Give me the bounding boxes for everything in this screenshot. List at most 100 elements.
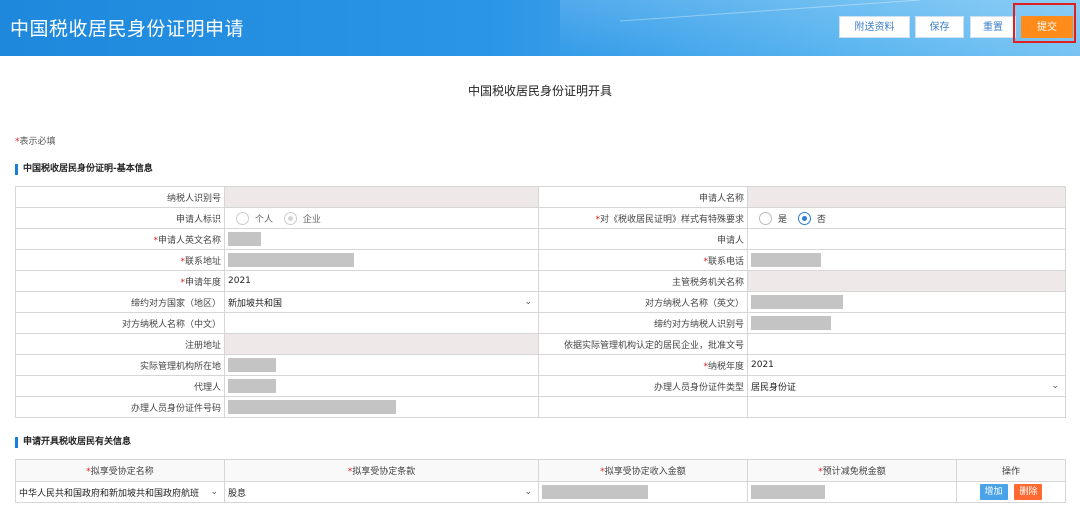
counter-name-en-field[interactable] xyxy=(747,291,1066,313)
reset-button[interactable]: 重置 xyxy=(970,16,1016,38)
resident-doc-label: 依据实际管理机构认定的居民企业，批准文号 xyxy=(538,333,748,355)
applicant-label: 申请人 xyxy=(538,228,748,250)
row-actions: 增加 删除 xyxy=(956,481,1066,503)
save-button[interactable]: 保存 xyxy=(915,16,964,38)
applicant-flag-options: 个人 企业 xyxy=(224,207,539,229)
tax-year-field[interactable]: 2021 xyxy=(747,354,1066,376)
redacted-value xyxy=(751,316,831,330)
counter-tax-id-field[interactable] xyxy=(747,312,1066,334)
chevron-down-icon: ⌄ xyxy=(1051,381,1059,391)
applicant-name-label: 申请人名称 xyxy=(538,186,748,208)
col-income-amount: *拟享受协定收入金额 xyxy=(538,459,748,482)
table-row: *申请年度 2021 主管税务机关名称 xyxy=(15,270,1066,292)
address-field[interactable] xyxy=(224,249,539,271)
delete-row-button[interactable]: 删除 xyxy=(1014,484,1043,500)
resident-doc-field[interactable] xyxy=(747,333,1066,355)
tax-relief-field[interactable] xyxy=(747,481,957,503)
col-treaty-clause: *拟享受协定条款 xyxy=(224,459,539,482)
treaty-country-label: 缔约对方国家（地区） xyxy=(15,291,225,313)
treaty-name-select[interactable]: 中华人民共和国政府和新加坡共和国政府航班 ⌄ xyxy=(15,481,225,503)
income-amount-field[interactable] xyxy=(538,481,748,503)
redacted-value xyxy=(542,485,648,499)
tax-authority-field xyxy=(747,270,1066,292)
applicant-field[interactable] xyxy=(747,228,1066,250)
table-row: 中华人民共和国政府和新加坡共和国政府航班 ⌄ 股息 ⌄ 增加 删除 xyxy=(15,481,1066,503)
handler-id-no-label: 办理人员身份证件号码 xyxy=(15,396,225,418)
mgmt-location-label: 实际管理机构所在地 xyxy=(15,354,225,376)
reg-address-field xyxy=(224,333,539,355)
chevron-down-icon: ⌄ xyxy=(524,487,532,497)
applicant-en-field[interactable] xyxy=(224,228,539,250)
page-title: 中国税收居民身份证明开具 xyxy=(467,84,612,98)
table-header-row: *拟享受协定名称 *拟享受协定条款 *拟享受协定收入金额 *预计减免税金额 操作 xyxy=(15,459,1066,482)
chevron-down-icon: ⌄ xyxy=(210,487,218,497)
applicant-name-field xyxy=(747,186,1066,208)
radio-company-label: 企业 xyxy=(302,214,321,225)
redacted-value xyxy=(228,232,261,246)
required-note: *表示必填 xyxy=(15,134,56,147)
redacted-value xyxy=(751,253,821,267)
agent-label: 代理人 xyxy=(15,375,225,397)
empty-label xyxy=(538,396,748,418)
radio-yes[interactable] xyxy=(759,211,772,225)
table-row: 注册地址 依据实际管理机构认定的居民企业，批准文号 xyxy=(15,333,1066,355)
redacted-value xyxy=(751,485,825,499)
agent-field[interactable] xyxy=(224,375,539,397)
counter-name-cn-field[interactable] xyxy=(224,312,539,334)
tax-authority-label: 主管税务机关名称 xyxy=(538,270,748,292)
apply-year-field[interactable]: 2021 xyxy=(224,270,539,292)
table-row: *联系地址 *联系电话 xyxy=(15,249,1066,271)
radio-no[interactable] xyxy=(797,211,811,225)
apply-year-label: *申请年度 xyxy=(15,270,225,292)
add-row-button[interactable]: 增加 xyxy=(979,484,1008,500)
app-title: 中国税收居民身份证明申请 xyxy=(10,18,245,40)
attach-button[interactable]: 附送资料 xyxy=(839,16,910,38)
col-treaty-name: *拟享受协定名称 xyxy=(15,459,225,482)
table-row: *申请人英文名称 申请人 xyxy=(15,228,1066,250)
treaty-country-select[interactable]: 新加坡共和国 ⌄ xyxy=(224,291,539,313)
reg-address-label: 注册地址 xyxy=(15,333,225,355)
redacted-value xyxy=(228,358,276,372)
table-row: 实际管理机构所在地 *纳税年度 2021 xyxy=(15,354,1066,376)
handler-id-type-select[interactable]: 居民身份证 ⌄ xyxy=(747,375,1066,397)
applicant-en-label: *申请人英文名称 xyxy=(15,228,225,250)
section-tax-info-title: 申请开具税收居民有关信息 xyxy=(15,437,131,448)
radio-person[interactable] xyxy=(236,211,249,225)
submit-highlight-frame xyxy=(1013,3,1076,43)
radio-person-label: 个人 xyxy=(255,214,274,225)
handler-id-type-label: 办理人员身份证件类型 xyxy=(538,375,748,397)
col-tax-relief: *预计减免税金额 xyxy=(747,459,957,482)
redacted-value xyxy=(228,379,276,393)
basic-info-table: 纳税人识别号 申请人名称 申请人标识 个人 企业 *对《税收居民证明》样式有特殊… xyxy=(15,186,1066,418)
counter-name-cn-label: 对方纳税人名称（中文） xyxy=(15,312,225,334)
treaty-clause-select[interactable]: 股息 ⌄ xyxy=(224,481,539,503)
address-label: *联系地址 xyxy=(15,249,225,271)
chevron-down-icon: ⌄ xyxy=(524,297,532,307)
handler-id-no-field[interactable] xyxy=(224,396,539,418)
mgmt-location-field[interactable] xyxy=(224,354,539,376)
section-basic-info-title: 中国税收居民身份证明-基本信息 xyxy=(15,164,153,175)
table-row: 办理人员身份证件号码 xyxy=(15,396,1066,418)
table-row: 纳税人识别号 申请人名称 xyxy=(15,186,1066,208)
redacted-value xyxy=(228,253,354,267)
counter-name-en-label: 对方纳税人名称（英文） xyxy=(538,291,748,313)
radio-company[interactable] xyxy=(283,211,297,225)
required-note-text: 表示必填 xyxy=(19,137,56,147)
taxpayer-id-field xyxy=(224,186,539,208)
applicant-flag-label: 申请人标识 xyxy=(15,207,225,229)
tax-year-label: *纳税年度 xyxy=(538,354,748,376)
table-row: 代理人 办理人员身份证件类型 居民身份证 ⌄ xyxy=(15,375,1066,397)
phone-field[interactable] xyxy=(747,249,1066,271)
treaty-info-table: *拟享受协定名称 *拟享受协定条款 *拟享受协定收入金额 *预计减免税金额 操作… xyxy=(15,459,1066,503)
table-row: 申请人标识 个人 企业 *对《税收居民证明》样式有特殊要求 是 否 xyxy=(15,207,1066,229)
col-actions: 操作 xyxy=(956,459,1066,482)
empty-field xyxy=(747,396,1066,418)
taxpayer-id-label: 纳税人识别号 xyxy=(15,186,225,208)
table-row: 对方纳税人名称（中文） 缔约对方纳税人识别号 xyxy=(15,312,1066,334)
radio-no-label: 否 xyxy=(816,214,826,225)
radio-yes-label: 是 xyxy=(778,214,788,225)
special-requirement-options: 是 否 xyxy=(747,207,1066,229)
table-row: 缔约对方国家（地区） 新加坡共和国 ⌄ 对方纳税人名称（英文） xyxy=(15,291,1066,313)
special-requirement-label: *对《税收居民证明》样式有特殊要求 xyxy=(538,207,748,229)
redacted-value xyxy=(228,400,396,414)
